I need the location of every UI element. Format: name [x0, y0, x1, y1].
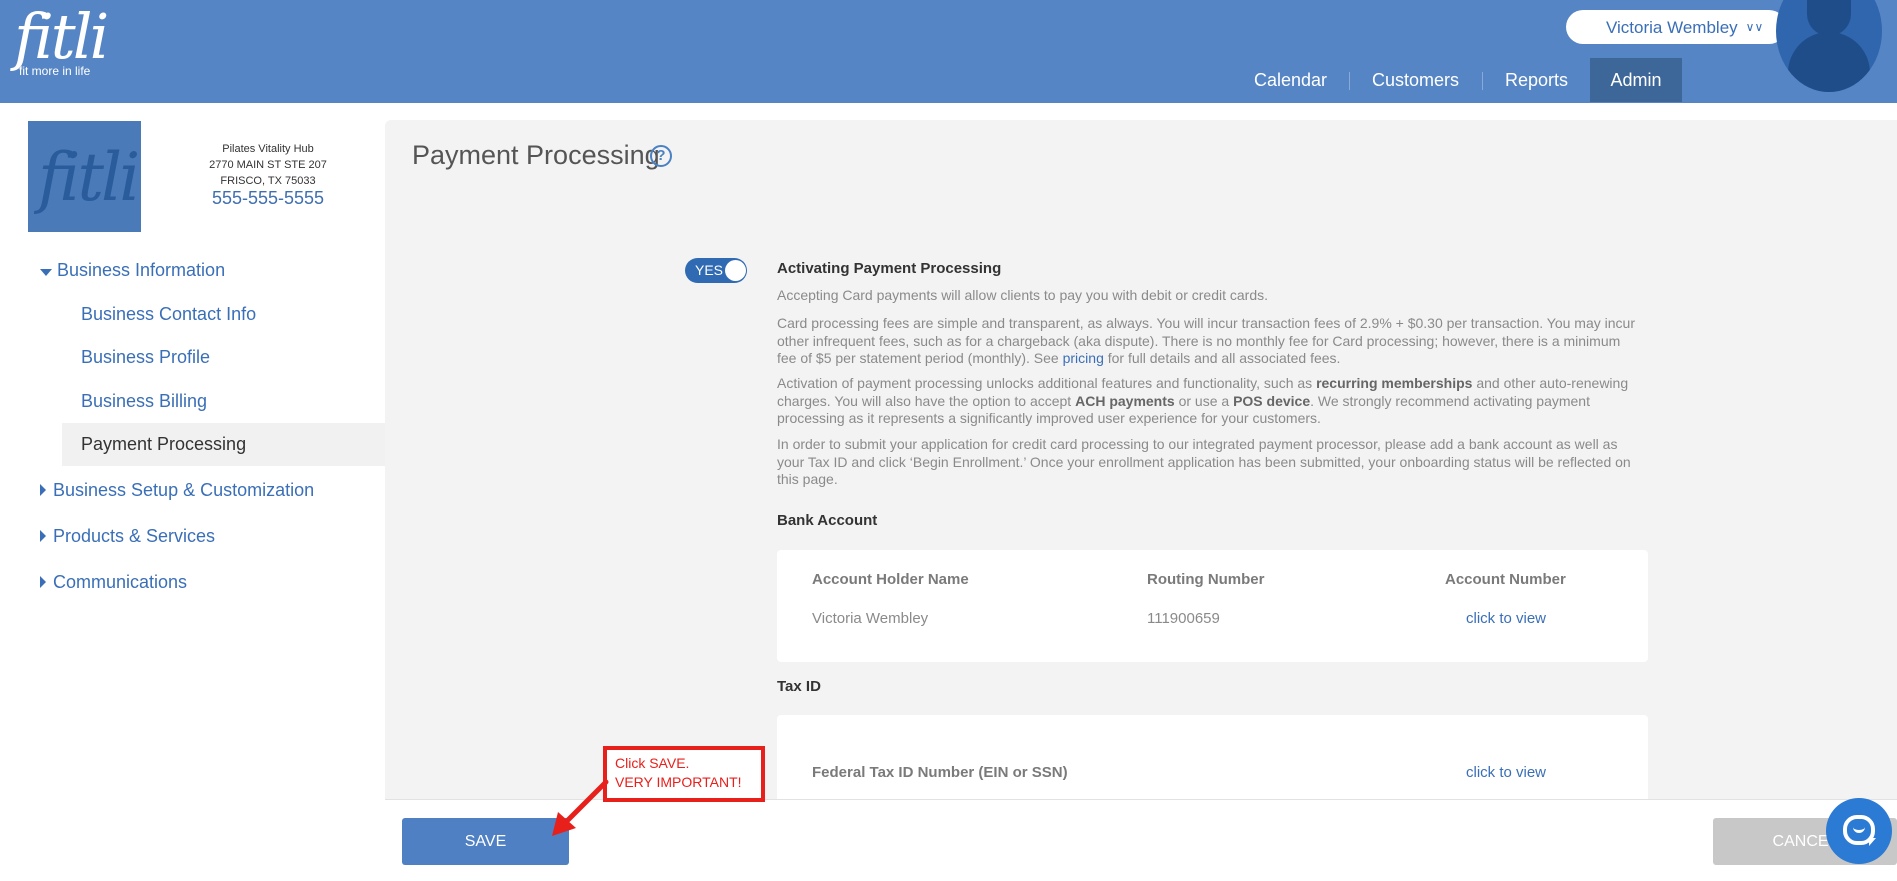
activation-paragraph-2: Card processing fees are simple and tran…	[777, 315, 1637, 368]
tax-id-click-to-view[interactable]: click to view	[1466, 764, 1546, 781]
sidebar-item-business-profile[interactable]: Business Profile	[81, 347, 210, 368]
bank-account-card: Account Holder Name Routing Number Accou…	[777, 550, 1648, 662]
pricing-link[interactable]: pricing	[1063, 350, 1104, 366]
sidebar-item-payment-processing[interactable]: Payment Processing	[81, 434, 246, 455]
bank-account-heading: Bank Account	[777, 512, 878, 529]
annotation-line-2: VERY IMPORTANT!	[615, 774, 742, 790]
nav-calendar[interactable]: Calendar	[1254, 58, 1327, 102]
p3-text-e: or use a	[1174, 392, 1234, 409]
payment-processing-toggle[interactable]: YES	[685, 258, 747, 283]
toggle-label: YES	[695, 262, 724, 278]
page-title: Payment Processing	[412, 140, 660, 170]
sidebar-section-communications[interactable]: Communications	[53, 572, 187, 593]
caret-right-icon	[40, 576, 46, 588]
annotation-arrow-icon	[552, 779, 609, 836]
sidebar-section-business-information[interactable]: Business Information	[57, 260, 225, 281]
nav-divider	[1349, 72, 1350, 90]
caret-right-icon	[40, 484, 46, 496]
top-header: fitli fit more in life Victoria Wembley ∨…	[0, 0, 1897, 103]
nav-admin[interactable]: Admin	[1590, 58, 1682, 102]
caret-right-icon	[40, 530, 46, 542]
activation-paragraph-1: Accepting Card payments will allow clien…	[777, 287, 1268, 303]
business-phone: 555-555-5555	[211, 188, 325, 208]
col-account-number: Account Number	[1445, 571, 1566, 588]
caret-down-icon	[40, 269, 52, 276]
account-number-click-to-view[interactable]: click to view	[1466, 610, 1546, 627]
business-address: Pilates Vitality Hub 2770 MAIN ST STE 20…	[193, 141, 343, 189]
chevron-down-icon: ∨∨	[1745, 20, 1764, 34]
business-logo: fitli	[28, 121, 141, 232]
avatar[interactable]	[1776, 0, 1882, 92]
business-address-line2: FRISCO, TX 75033	[220, 175, 316, 187]
annotation-line-1: Click SAVE.	[615, 755, 690, 771]
sidebar-section-products-services[interactable]: Products & Services	[53, 526, 215, 547]
avatar-body-shape	[1788, 32, 1870, 92]
sidebar-item-business-contact-info[interactable]: Business Contact Info	[81, 304, 256, 325]
help-icon[interactable]: ?	[650, 145, 672, 167]
activation-paragraph-4: In order to submit your application for …	[777, 436, 1631, 487]
p3-bold-recurring: recurring memberships	[1316, 375, 1473, 391]
tax-id-heading: Tax ID	[777, 678, 821, 695]
avatar-head-shape	[1807, 0, 1851, 36]
logo-word: fitli	[14, 0, 109, 73]
col-routing-number: Routing Number	[1147, 571, 1265, 588]
business-address-line1: 2770 MAIN ST STE 207	[209, 159, 327, 171]
sidebar-section-business-setup[interactable]: Business Setup & Customization	[53, 480, 314, 501]
p3-bold-ach: ACH payments	[1075, 392, 1175, 409]
app-root: fitli fit more in life Victoria Wembley ∨…	[0, 0, 1897, 881]
nav-customers[interactable]: Customers	[1372, 58, 1459, 102]
business-name: Pilates Vitality Hub	[222, 143, 314, 155]
user-name: Victoria Wembley	[1606, 18, 1738, 37]
p3-text-a: Activation of payment processing unlocks…	[777, 375, 1317, 391]
chat-support-button[interactable]	[1826, 798, 1892, 864]
user-menu-button[interactable]: Victoria Wembley ∨∨	[1566, 10, 1786, 44]
routing-number-value: 111900659	[1147, 610, 1220, 627]
nav-divider	[1482, 72, 1483, 90]
p3-bold-pos: POS device	[1233, 392, 1311, 409]
business-logo-word: fitli	[38, 139, 140, 216]
toggle-knob	[725, 260, 746, 281]
tax-id-label: Federal Tax ID Number (EIN or SSN)	[812, 764, 1068, 781]
sidebar-item-business-billing[interactable]: Business Billing	[81, 391, 207, 412]
activation-paragraph-3: Activation of payment processing unlocks…	[777, 375, 1637, 428]
activation-heading: Activating Payment Processing	[777, 260, 1002, 277]
account-holder-value: Victoria Wembley	[812, 610, 929, 627]
chat-tail-shape	[1869, 838, 1876, 846]
tax-id-card: Federal Tax ID Number (EIN or SSN) click…	[777, 715, 1648, 805]
fitli-logo[interactable]: fitli fit more in life	[14, 0, 109, 79]
p2-text-after: for full details and all associated fees…	[1103, 350, 1341, 366]
col-account-holder: Account Holder Name	[812, 571, 969, 588]
save-button[interactable]: SAVE	[402, 818, 569, 865]
nav-reports[interactable]: Reports	[1505, 58, 1568, 102]
